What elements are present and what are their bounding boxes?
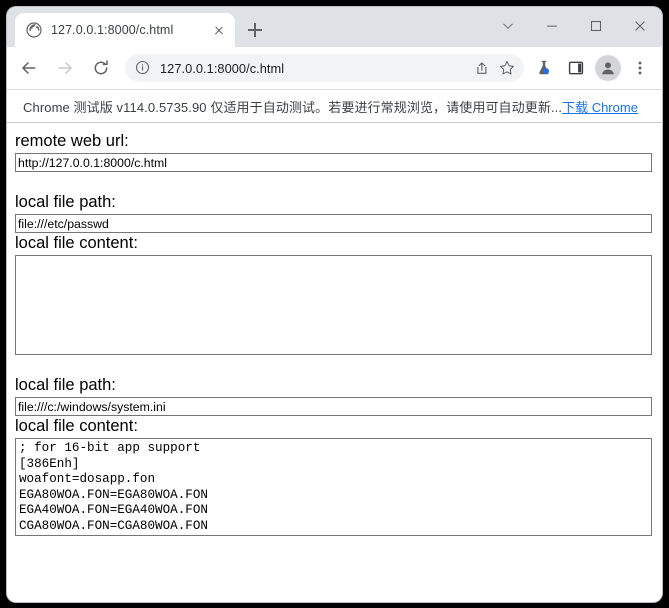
page-content: remote web url: local file path: local f…	[7, 122, 662, 602]
minimize-button[interactable]	[530, 9, 574, 43]
window-controls	[486, 7, 662, 45]
address-bar[interactable]: 127.0.0.1:8000/c.html	[125, 54, 524, 82]
three-dot-menu-icon[interactable]	[625, 53, 655, 83]
label-local-file-content-1: local file content:	[15, 234, 138, 252]
local-file-path-input-1[interactable]	[15, 214, 652, 233]
label-remote-web-url: remote web url:	[15, 132, 129, 150]
tab-search-button[interactable]	[486, 9, 530, 43]
local-file-path-input-2[interactable]	[15, 397, 652, 416]
tab-title: 127.0.0.1:8000/c.html	[51, 23, 174, 37]
download-chrome-link[interactable]: 下载 Chrome	[562, 97, 638, 116]
info-circle-icon[interactable]	[135, 60, 151, 76]
label-local-file-path-2: local file path:	[15, 376, 116, 394]
local-file-content-textarea-2[interactable]	[15, 438, 652, 536]
browser-toolbar: 127.0.0.1:8000/c.html	[7, 47, 662, 89]
close-button[interactable]	[618, 9, 662, 43]
label-local-file-path-1: local file path:	[15, 193, 116, 211]
maximize-button[interactable]	[574, 9, 618, 43]
profile-avatar[interactable]	[595, 55, 621, 81]
tab-close-icon[interactable]	[209, 20, 229, 40]
browser-window: 127.0.0.1:8000/c.html 127.0.0.1:8000/c.h…	[7, 7, 662, 602]
back-button[interactable]	[14, 53, 44, 83]
new-tab-button[interactable]	[241, 16, 269, 44]
label-local-file-content-2: local file content:	[15, 417, 138, 435]
remote-web-url-input[interactable]	[15, 153, 652, 172]
local-file-content-textarea-1[interactable]	[15, 255, 652, 355]
tab-strip: 127.0.0.1:8000/c.html	[7, 7, 662, 47]
address-bar-url: 127.0.0.1:8000/c.html	[160, 60, 285, 76]
bookmark-star-icon[interactable]	[494, 55, 520, 81]
globe-icon	[26, 22, 42, 38]
infobar-message: Chrome 测试版 v114.0.5735.90 仅适用于自动测试。若要进行常…	[23, 99, 563, 115]
reload-button[interactable]	[86, 53, 116, 83]
chrome-labs-flask-icon[interactable]	[529, 53, 559, 83]
forward-button	[50, 53, 80, 83]
share-icon[interactable]	[468, 55, 494, 81]
side-panel-icon[interactable]	[561, 53, 591, 83]
automation-infobar: Chrome 测试版 v114.0.5735.90 仅适用于自动测试。若要进行常…	[7, 89, 662, 122]
browser-tab[interactable]: 127.0.0.1:8000/c.html	[15, 13, 235, 47]
